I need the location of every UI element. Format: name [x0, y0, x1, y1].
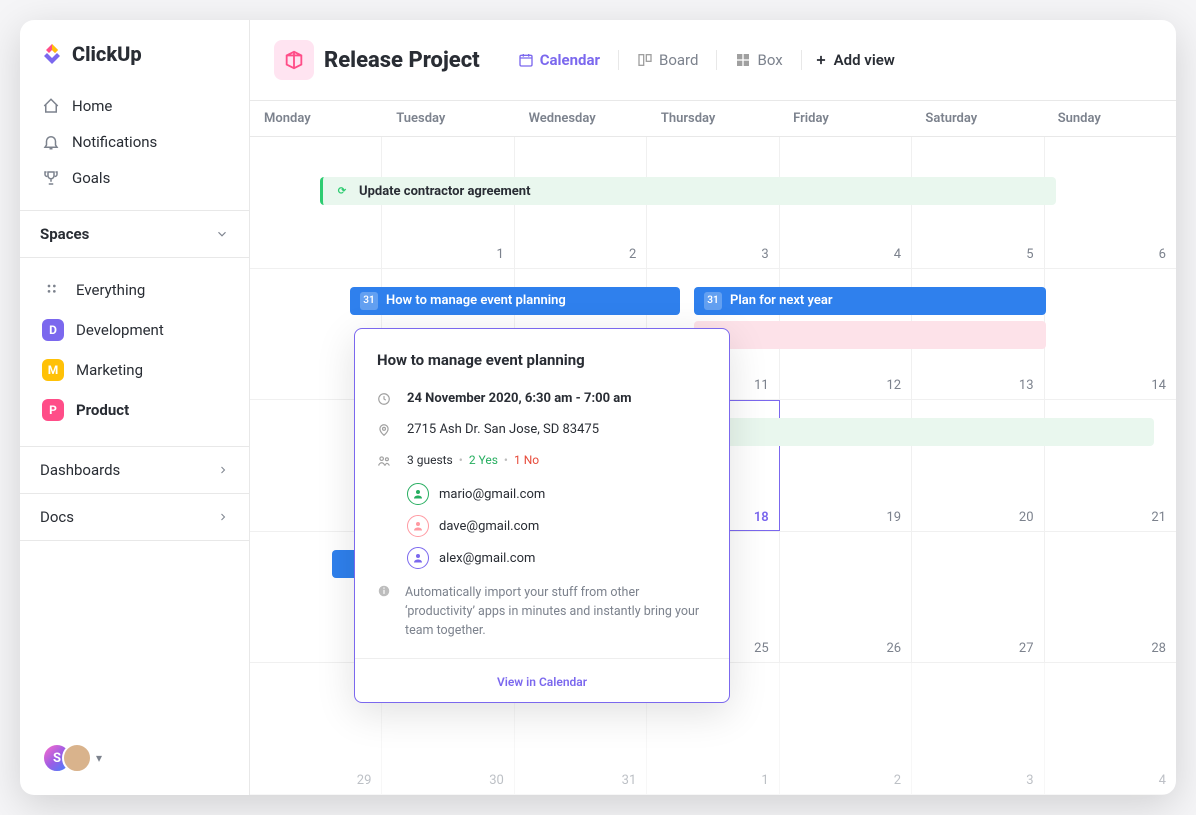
day-header: Thursday — [647, 101, 779, 136]
popup-note: Automatically import your stuff from oth… — [355, 574, 729, 658]
calendar-header: Monday Tuesday Wednesday Thursday Friday… — [250, 101, 1176, 137]
popup-footer: View in Calendar — [355, 658, 729, 702]
sync-icon: ⟳ — [333, 182, 351, 200]
day-header: Saturday — [911, 101, 1043, 136]
calendar-cell[interactable]: 28 — [1045, 532, 1176, 663]
person-icon — [407, 547, 429, 569]
grid-icon — [42, 279, 64, 301]
bell-icon — [42, 133, 60, 151]
person-icon — [407, 515, 429, 537]
day-header: Tuesday — [382, 101, 514, 136]
calendar-cell[interactable]: 2 — [780, 663, 912, 794]
space-badge: P — [42, 399, 64, 421]
popup-guests: 3 guests•2 Yes•1 No — [355, 447, 729, 478]
event-manage[interactable]: 31How to manage event planning — [350, 287, 680, 315]
clock-icon — [377, 392, 393, 410]
calendar-date-icon: 31 — [704, 292, 722, 310]
popup-address: 2715 Ash Dr. San Jose, SD 83475 — [355, 416, 729, 447]
calendar-cell[interactable]: 6 — [1045, 137, 1176, 268]
user-switcher[interactable]: S ▾ — [42, 743, 102, 773]
calendar-cell[interactable]: 27 — [912, 532, 1044, 663]
space-product[interactable]: PProduct — [34, 390, 235, 430]
calendar-date-icon: 31 — [360, 292, 378, 310]
event-pink[interactable] — [694, 321, 1046, 349]
logo[interactable]: ClickUp — [20, 20, 249, 84]
person-icon — [407, 483, 429, 505]
nav-goals[interactable]: Goals — [28, 160, 241, 196]
pin-icon — [377, 423, 393, 441]
calendar-row: ⟳Update contractor agreement 1 2 3 4 5 6 — [250, 137, 1176, 269]
chevron-right-icon — [217, 464, 229, 476]
event-plan[interactable]: 31Plan for next year — [694, 287, 1046, 315]
space-everything[interactable]: Everything — [34, 270, 235, 310]
spaces-header[interactable]: Spaces — [20, 210, 249, 258]
day-header: Monday — [250, 101, 382, 136]
home-icon — [42, 97, 60, 115]
logo-text: ClickUp — [72, 42, 142, 66]
calendar-icon — [518, 52, 534, 68]
nav-home[interactable]: Home — [28, 88, 241, 124]
dashboards-link[interactable]: Dashboards — [20, 447, 249, 494]
board-icon — [637, 52, 653, 68]
day-header: Sunday — [1044, 101, 1176, 136]
space-badge: D — [42, 319, 64, 341]
add-view-button[interactable]: Add view — [814, 51, 895, 69]
nav-list: Home Notifications Goals — [20, 84, 249, 210]
spaces-list: Everything DDevelopment MMarketing PProd… — [20, 258, 249, 447]
day-header: Wednesday — [515, 101, 647, 136]
tab-calendar[interactable]: Calendar — [506, 45, 612, 75]
chevron-down-icon — [215, 227, 229, 241]
trophy-icon — [42, 169, 60, 187]
event-green[interactable] — [694, 418, 1154, 446]
box-icon — [735, 52, 751, 68]
event-contractor[interactable]: ⟳Update contractor agreement — [320, 177, 1056, 205]
chevron-down-icon: ▾ — [96, 751, 102, 765]
space-marketing[interactable]: MMarketing — [34, 350, 235, 390]
popup-title: How to manage event planning — [355, 351, 729, 385]
toolbar: Release Project Calendar Board Box Add v… — [250, 20, 1176, 101]
view-tabs: Calendar Board Box Add view — [506, 45, 895, 75]
info-icon — [377, 584, 391, 640]
calendar-cell[interactable]: 3 — [912, 663, 1044, 794]
guest-item[interactable]: mario@gmail.com — [407, 478, 707, 510]
tab-board[interactable]: Board — [625, 45, 710, 75]
guest-item[interactable]: alex@gmail.com — [407, 542, 707, 574]
calendar-cell[interactable]: 26 — [780, 532, 912, 663]
space-development[interactable]: DDevelopment — [34, 310, 235, 350]
event-popup: How to manage event planning 24 November… — [354, 328, 730, 703]
day-header: Friday — [779, 101, 911, 136]
calendar-cell[interactable]: 4 — [1045, 663, 1176, 794]
nav-notifications[interactable]: Notifications — [28, 124, 241, 160]
app-window: ClickUp Home Notifications Goals Spaces … — [20, 20, 1176, 795]
project-icon — [274, 40, 314, 80]
plus-icon — [814, 53, 828, 67]
calendar-cell[interactable]: 14 — [1045, 269, 1176, 400]
guest-item[interactable]: dave@gmail.com — [407, 510, 707, 542]
docs-link[interactable]: Docs — [20, 494, 249, 541]
clickup-logo-icon — [40, 42, 64, 66]
popup-datetime: 24 November 2020, 6:30 am - 7:00 am — [355, 385, 729, 416]
view-in-calendar-link[interactable]: View in Calendar — [497, 675, 587, 689]
sidebar: ClickUp Home Notifications Goals Spaces … — [20, 20, 250, 795]
guest-list: mario@gmail.com dave@gmail.com alex@gmai… — [355, 478, 729, 574]
project-title: Release Project — [324, 48, 480, 73]
avatar — [62, 743, 92, 773]
people-icon — [377, 454, 393, 472]
chevron-right-icon — [217, 511, 229, 523]
tab-box[interactable]: Box — [723, 45, 794, 75]
space-badge: M — [42, 359, 64, 381]
